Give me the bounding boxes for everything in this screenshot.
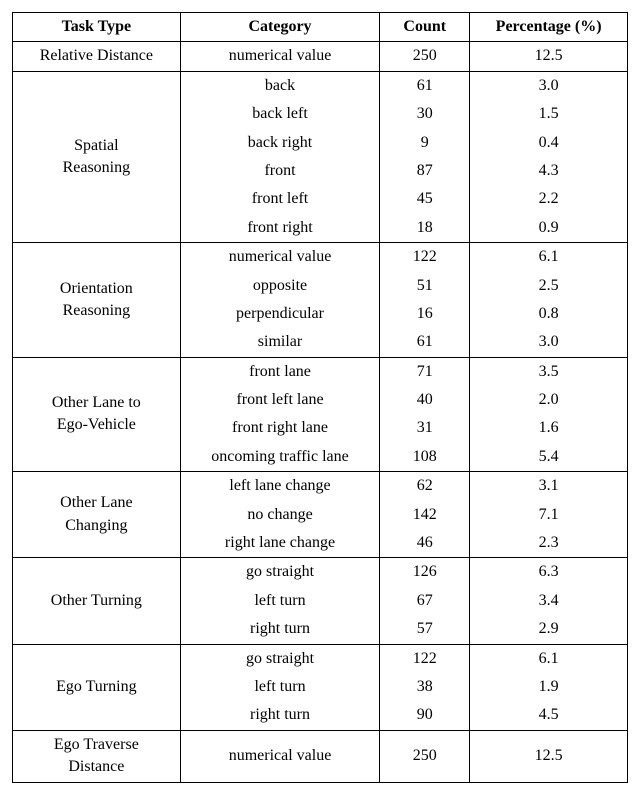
table-row: Ego Turninggo straight1226.1 (13, 644, 628, 673)
count-cell: 46 (380, 529, 470, 558)
task-type-cell: Other Lane toEgo-Vehicle (13, 357, 181, 472)
category-cell: go straight (180, 558, 380, 587)
category-cell: front right lane (180, 414, 380, 442)
count-cell: 108 (380, 443, 470, 472)
percentage-cell: 7.1 (470, 501, 628, 529)
category-cell: back right (180, 129, 380, 157)
table-row: Relative Distancenumerical value25012.5 (13, 42, 628, 71)
category-cell: front left (180, 185, 380, 213)
percentage-cell: 3.0 (470, 328, 628, 357)
table-row: Other Lane toEgo-Vehiclefront lane713.5 (13, 357, 628, 386)
header-count: Count (380, 13, 470, 42)
percentage-cell: 2.0 (470, 386, 628, 414)
count-cell: 61 (380, 71, 470, 100)
count-cell: 31 (380, 414, 470, 442)
category-cell: back (180, 71, 380, 100)
percentage-cell: 3.1 (470, 472, 628, 501)
category-cell: front lane (180, 357, 380, 386)
count-cell: 38 (380, 673, 470, 701)
category-cell: right turn (180, 701, 380, 730)
count-cell: 18 (380, 214, 470, 243)
category-cell: right turn (180, 615, 380, 644)
percentage-cell: 2.9 (470, 615, 628, 644)
category-cell: right lane change (180, 529, 380, 558)
percentage-cell: 6.1 (470, 644, 628, 673)
count-cell: 67 (380, 587, 470, 615)
category-cell: perpendicular (180, 300, 380, 328)
table-row: Other Turninggo straight1266.3 (13, 558, 628, 587)
category-cell: left lane change (180, 472, 380, 501)
percentage-cell: 2.3 (470, 529, 628, 558)
count-cell: 71 (380, 357, 470, 386)
count-cell: 45 (380, 185, 470, 213)
category-cell: numerical value (180, 730, 380, 782)
category-cell: front left lane (180, 386, 380, 414)
task-distribution-table: Task Type Category Count Percentage (%) … (12, 12, 628, 783)
percentage-cell: 12.5 (470, 730, 628, 782)
table-row: SpatialReasoningback613.0 (13, 71, 628, 100)
category-cell: go straight (180, 644, 380, 673)
percentage-cell: 2.2 (470, 185, 628, 213)
category-cell: back left (180, 100, 380, 128)
task-type-cell: Relative Distance (13, 42, 181, 71)
task-type-cell: Other LaneChanging (13, 472, 181, 558)
header-percentage: Percentage (%) (470, 13, 628, 42)
count-cell: 9 (380, 129, 470, 157)
header-category: Category (180, 13, 380, 42)
category-cell: similar (180, 328, 380, 357)
table-body: Relative Distancenumerical value25012.5S… (13, 42, 628, 782)
category-cell: left turn (180, 673, 380, 701)
percentage-cell: 3.5 (470, 357, 628, 386)
percentage-cell: 6.1 (470, 243, 628, 272)
count-cell: 126 (380, 558, 470, 587)
percentage-cell: 0.8 (470, 300, 628, 328)
count-cell: 122 (380, 644, 470, 673)
category-cell: left turn (180, 587, 380, 615)
task-type-cell: SpatialReasoning (13, 71, 181, 242)
category-cell: front (180, 157, 380, 185)
table-row: Other LaneChangingleft lane change623.1 (13, 472, 628, 501)
category-cell: no change (180, 501, 380, 529)
table-row: OrientationReasoningnumerical value1226.… (13, 243, 628, 272)
category-cell: numerical value (180, 42, 380, 71)
table-row: Ego TraverseDistancenumerical value25012… (13, 730, 628, 782)
percentage-cell: 5.4 (470, 443, 628, 472)
table-header-row: Task Type Category Count Percentage (%) (13, 13, 628, 42)
percentage-cell: 6.3 (470, 558, 628, 587)
count-cell: 16 (380, 300, 470, 328)
count-cell: 87 (380, 157, 470, 185)
count-cell: 61 (380, 328, 470, 357)
count-cell: 142 (380, 501, 470, 529)
count-cell: 30 (380, 100, 470, 128)
category-cell: front right (180, 214, 380, 243)
count-cell: 250 (380, 730, 470, 782)
count-cell: 40 (380, 386, 470, 414)
percentage-cell: 0.9 (470, 214, 628, 243)
percentage-cell: 1.5 (470, 100, 628, 128)
percentage-cell: 3.4 (470, 587, 628, 615)
percentage-cell: 1.9 (470, 673, 628, 701)
percentage-cell: 4.3 (470, 157, 628, 185)
count-cell: 62 (380, 472, 470, 501)
category-cell: numerical value (180, 243, 380, 272)
count-cell: 90 (380, 701, 470, 730)
count-cell: 122 (380, 243, 470, 272)
category-cell: oncoming traffic lane (180, 443, 380, 472)
task-type-cell: Other Turning (13, 558, 181, 644)
count-cell: 57 (380, 615, 470, 644)
percentage-cell: 3.0 (470, 71, 628, 100)
task-type-cell: OrientationReasoning (13, 243, 181, 358)
count-cell: 51 (380, 272, 470, 300)
header-task-type: Task Type (13, 13, 181, 42)
percentage-cell: 2.5 (470, 272, 628, 300)
percentage-cell: 1.6 (470, 414, 628, 442)
task-type-cell: Ego TraverseDistance (13, 730, 181, 782)
task-type-cell: Ego Turning (13, 644, 181, 730)
percentage-cell: 12.5 (470, 42, 628, 71)
percentage-cell: 4.5 (470, 701, 628, 730)
count-cell: 250 (380, 42, 470, 71)
percentage-cell: 0.4 (470, 129, 628, 157)
category-cell: opposite (180, 272, 380, 300)
